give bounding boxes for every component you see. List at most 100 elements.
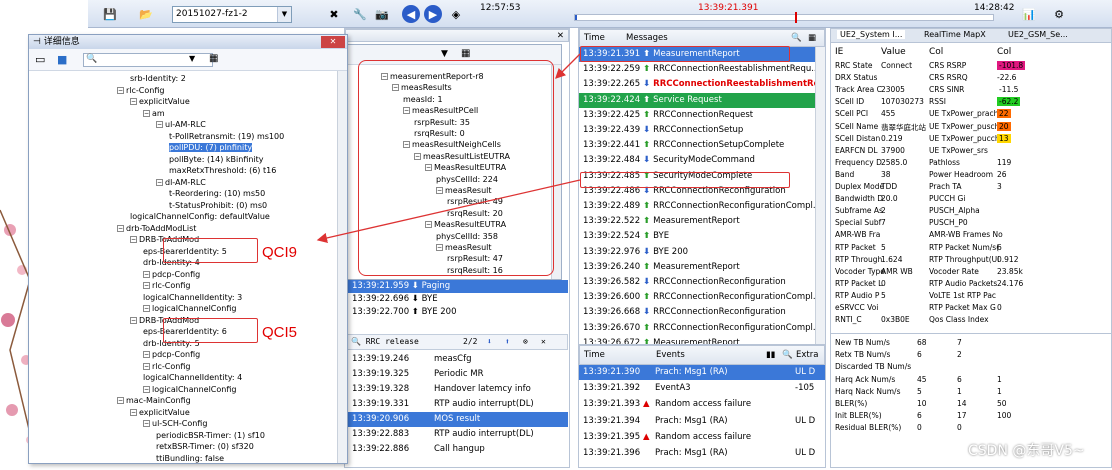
expand-icon[interactable]: − [143, 362, 150, 370]
message-row[interactable]: 13:39:26.582 ⬇ RRCConnectionReconfigurat… [579, 275, 825, 290]
tree-node[interactable]: − rlc-Config [143, 361, 190, 372]
tree-node[interactable]: logicalChannelConfig: defaultValue [130, 211, 270, 222]
expand-icon[interactable]: − [143, 109, 150, 117]
list-item[interactable]: 13:39:21.959 ⬇ Paging [346, 280, 568, 293]
layout-icon[interactable]: ▭ [35, 53, 45, 66]
tree-node[interactable]: − am [143, 108, 165, 119]
event-row[interactable]: 13:39:22.883 RTP audio interrupt(DL) [346, 427, 568, 442]
tree-node[interactable]: − mac-MainConfig [117, 395, 191, 406]
export-icon[interactable]: ✖ [324, 5, 344, 23]
messages-column-header[interactable]: Messages [626, 30, 668, 46]
stats-tab[interactable]: UE2_GSM_Se... [1005, 30, 1071, 39]
tree-node[interactable]: − pdcp-Config [143, 349, 200, 360]
tree-node[interactable]: − ul-AM-RLC [156, 119, 206, 130]
expand-icon[interactable]: − [130, 98, 137, 105]
detail-scrollbar[interactable] [337, 71, 347, 463]
save-icon[interactable]: 💾 [96, 5, 124, 23]
tree-node[interactable]: − rlc-Config [117, 85, 164, 96]
message-row[interactable]: 13:39:26.668 ⬇ RRCConnectionReconfigurat… [579, 305, 825, 320]
tree-node[interactable]: − pdcp-Config [143, 269, 200, 280]
message-row[interactable]: 13:39:22.425 ⬆ RRCConnectionRequest [579, 108, 825, 123]
tree-node[interactable]: − explicitValue [130, 96, 190, 107]
tree-node[interactable]: pollByte: (14) kBinfinity [169, 154, 264, 165]
message-row[interactable]: 13:39:22.976 ⬇ BYE 200 [579, 245, 825, 260]
message-row[interactable]: 13:39:22.441 ⬆ RRCConnectionSetupComplet… [579, 138, 825, 153]
play-icon[interactable]: ▶ [424, 5, 442, 23]
tree-node[interactable]: srb-Identity: 2 [130, 73, 186, 84]
expand-icon[interactable]: − [156, 121, 163, 128]
tree-node[interactable]: − explicitValue [130, 407, 190, 418]
stats-tab[interactable]: UE2_System I... [837, 30, 906, 39]
tree-node[interactable]: logicalChannelIdentity: 3 [143, 292, 242, 303]
events-column-header[interactable]: Events [656, 346, 685, 364]
event-row[interactable]: 13:39:19.328 Handover latemcy info [346, 382, 568, 397]
search-icon[interactable]: 🔍 [791, 30, 802, 46]
messages-scrollbar[interactable] [815, 47, 825, 347]
message-row[interactable]: 13:39:22.259 ⬆ RRCConnectionReestablishm… [579, 62, 825, 77]
expand-icon[interactable]: − [143, 385, 150, 393]
message-row[interactable]: 13:39:22.424 ⬆ Service Request [579, 92, 825, 108]
expand-icon[interactable]: − [143, 420, 150, 427]
message-row[interactable]: 13:39:22.489 ⬆ RRCConnectionReconfigurat… [579, 199, 825, 214]
tree-node[interactable]: retxBSR-Timer: (0) sf320 [156, 441, 254, 452]
dropdown-icon[interactable]: ▼ [189, 54, 195, 63]
expand-icon[interactable]: − [130, 236, 137, 243]
event-row[interactable]: 13:39:21.392 EventA3 -105 [579, 381, 825, 396]
expand-icon[interactable]: − [143, 351, 150, 358]
expand-icon[interactable]: − [156, 178, 163, 186]
expand-icon[interactable]: − [117, 224, 124, 232]
tree-node[interactable]: − logicalChannelConfig [143, 384, 236, 395]
event-row[interactable]: 13:39:21.390 Prach: Msg1 (RA) UL D [579, 365, 825, 380]
list-item[interactable]: 13:39:22.700 ⬆ BYE 200 [346, 306, 568, 319]
event-row[interactable]: 13:39:21.393 ▲ Random access failure [579, 397, 825, 412]
message-row[interactable]: 13:39:22.484 ⬇ SecurityModeCommand [579, 153, 825, 168]
tree-node[interactable]: maxRetxThreshold: (6) t16 [169, 165, 276, 176]
chart-icon[interactable]: 📊 [1018, 5, 1040, 23]
close-icon[interactable]: ✕ [557, 30, 564, 43]
tree-node[interactable]: t-StatusProhibit: (0) ms0 [169, 200, 267, 211]
message-row[interactable]: 13:39:22.524 ⬆ BYE [579, 229, 825, 244]
tree-node[interactable]: − dl-AM-RLC [156, 177, 206, 188]
event-row[interactable]: 13:39:21.394 Prach: Msg1 (RA) UL D [579, 414, 825, 429]
search-up-icon[interactable]: ⬆ [505, 335, 510, 349]
message-row[interactable]: 13:39:22.439 ⬇ RRCConnectionSetup [579, 123, 825, 138]
settings-icon[interactable]: ⚙ [1048, 5, 1070, 23]
message-row[interactable]: 13:39:26.240 ⬆ MeasurementReport [579, 260, 825, 275]
grid-icon[interactable]: ▦ [461, 48, 470, 59]
search-options-icon[interactable]: ⊗ [523, 335, 528, 349]
close-button[interactable]: ✕ [321, 36, 345, 48]
tree-node[interactable]: − rlc-Config [143, 280, 190, 291]
camera-icon[interactable]: 📷 [372, 5, 392, 23]
tree-node[interactable]: pollPDU: (7) pInfinity [169, 142, 253, 153]
log-file-select[interactable]: 20151027-fz1-2 ▼ [172, 6, 292, 23]
tree-node[interactable]: logicalChannelIdentity: 4 [143, 372, 242, 383]
tree-node[interactable]: t-Reordering: (10) ms50 [169, 188, 265, 199]
event-row[interactable]: 13:39:19.325 Periodic MR [346, 367, 568, 382]
expand-icon[interactable]: − [117, 86, 124, 94]
search-bar[interactable]: 🔍 RRC release 2/2 ⬇ ⬆ ⊗ ✕ [346, 334, 568, 350]
time-column-header[interactable]: Time [584, 350, 605, 360]
extra-column-header[interactable]: Extra [796, 346, 818, 364]
folder-icon[interactable]: ■ [57, 53, 67, 66]
expand-icon[interactable]: − [130, 408, 137, 416]
diagram-icon[interactable]: ◈ [446, 5, 466, 23]
time-column-header[interactable]: Time [584, 33, 605, 43]
message-row[interactable]: 13:39:26.600 ⬆ RRCConnectionReconfigurat… [579, 290, 825, 305]
tree-node[interactable]: ttiBundling: false [156, 453, 224, 464]
message-row[interactable]: 13:39:22.522 ⬆ MeasurementReport [579, 214, 825, 229]
tools-icon[interactable]: 🔧 [350, 5, 370, 23]
event-row[interactable]: 13:39:19.331 RTP audio interrupt(DL) [346, 397, 568, 412]
chart-icon[interactable]: ▮▮ [766, 346, 775, 364]
prev-icon[interactable]: ◀ [402, 5, 420, 23]
event-row[interactable]: 13:39:22.886 Call hangup [346, 442, 568, 457]
message-row[interactable]: 13:39:26.670 ⬆ RRCConnectionReconfigurat… [579, 321, 825, 336]
search-close-icon[interactable]: ✕ [541, 335, 546, 349]
timeline-slider[interactable] [574, 12, 994, 23]
search-down-icon[interactable]: ⬇ [487, 335, 492, 349]
expand-icon[interactable]: − [130, 316, 137, 324]
event-row[interactable]: 13:39:21.396 Prach: Msg1 (RA) UL D [579, 446, 825, 461]
open-folder-icon[interactable]: 📂 [132, 5, 160, 23]
grid-icon[interactable]: ▦ [209, 53, 218, 64]
expand-icon[interactable]: − [143, 270, 150, 278]
tree-node[interactable]: periodicBSR-Timer: (1) sf10 [156, 430, 265, 441]
